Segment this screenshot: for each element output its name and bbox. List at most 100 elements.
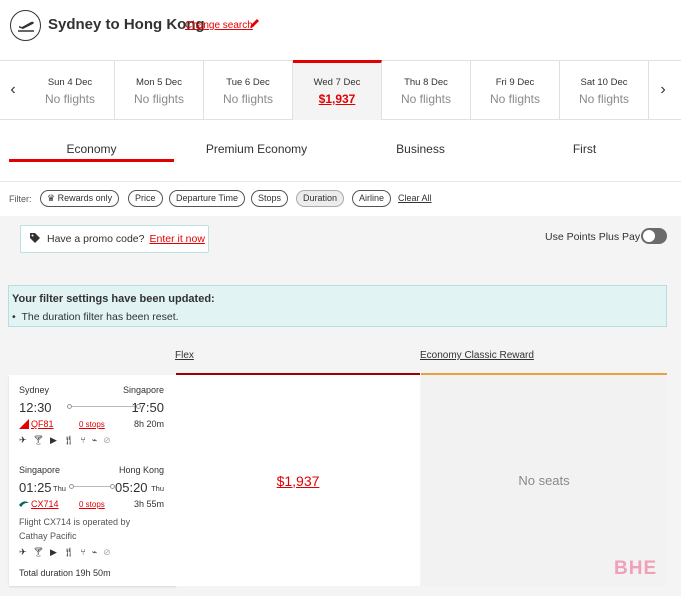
seg1-duration: 8h 20m (133, 419, 164, 429)
seg1-from: Sydney (19, 385, 50, 395)
alert-message: The duration filter has been reset. (21, 311, 179, 323)
snack-icon: ⑂ (80, 547, 86, 557)
filter-duration[interactable]: Duration (296, 190, 345, 207)
aircraft-icon: ✈ (19, 547, 27, 557)
route-line (69, 406, 137, 407)
seg1-to: Singapore (122, 385, 164, 395)
promo-text: Have a promo code? (47, 233, 145, 245)
seg2-arr-day: Thu (151, 484, 164, 493)
filter-alert: Your filter settings have been updated: … (8, 285, 667, 327)
date-label: Fri 9 Dec (495, 77, 535, 88)
filter-rewards-only[interactable]: ♛ Rewards only (40, 190, 120, 207)
fare-reward-header[interactable]: Economy Classic Reward (420, 350, 534, 361)
seg1-dep-time: 12:30 (19, 400, 52, 415)
date-mon-5[interactable]: Mon 5 Dec No flights (115, 60, 204, 120)
reward-cell: No seats (421, 375, 667, 586)
filter-airline[interactable]: Airline (352, 190, 392, 207)
chip-label: Rewards only (57, 193, 113, 203)
seg2-from: Singapore (19, 465, 61, 475)
clear-all-link[interactable]: Clear All (398, 193, 432, 203)
date-thu-8[interactable]: Thu 8 Dec No flights (382, 60, 471, 120)
date-label: Tue 6 Dec (226, 77, 270, 88)
tab-economy[interactable]: Economy (9, 142, 174, 156)
total-duration: Total duration 19h 50m (19, 568, 111, 578)
filter-departure-time[interactable]: Departure Time (169, 190, 246, 207)
date-price: No flights (578, 92, 630, 106)
entertainment-icon: ▶ (49, 435, 57, 445)
operated-by-note: Flight CX714 is operated by Cathay Pacif… (19, 517, 131, 541)
chevron-left-icon[interactable]: ‹ (0, 60, 26, 120)
seg2-dep-day: Thu (53, 484, 66, 493)
tab-premium-economy[interactable]: Premium Economy (174, 142, 339, 156)
divider (0, 181, 681, 182)
active-tab-indicator (9, 159, 174, 162)
enter-promo-link[interactable]: Enter it now (149, 233, 204, 245)
seg1-flight-number[interactable]: QF81 (31, 419, 54, 429)
date-label: Wed 7 Dec (313, 77, 361, 88)
chevron-right-icon[interactable]: › (649, 60, 677, 120)
no-wifi-icon: ⊘ (103, 547, 111, 557)
page-title: Sydney to Hong Kong (48, 16, 205, 33)
promo-code-box: Have a promo code? Enter it now (20, 225, 209, 253)
change-search-link[interactable]: Change search (185, 20, 253, 31)
seg2-duration: 3h 55m (133, 499, 164, 509)
seg2-stops[interactable]: 0 stops (79, 500, 105, 509)
date-label: Mon 5 Dec (136, 77, 182, 88)
toggle-knob (643, 230, 655, 242)
entertainment-icon: ▶ (49, 547, 57, 557)
date-price: $1,937 (318, 92, 356, 106)
drink-icon: 🍸︎ (32, 435, 44, 445)
plane-departure-icon (10, 10, 41, 41)
seg2-flight-number[interactable]: CX714 (31, 499, 59, 509)
date-label: Sun 4 Dec (47, 77, 93, 88)
filter-stops[interactable]: Stops (251, 190, 289, 207)
power-icon: ⌁ (91, 435, 98, 445)
seg1-stops[interactable]: 0 stops (79, 420, 105, 429)
date-tue-6[interactable]: Tue 6 Dec No flights (204, 60, 293, 120)
no-seats-label: No seats (518, 473, 570, 488)
pencil-icon[interactable] (249, 18, 260, 32)
flex-price-cell[interactable]: $1,937 (176, 375, 420, 586)
route-dot (69, 484, 74, 489)
qantas-logo-icon (19, 419, 29, 431)
date-price: No flights (222, 92, 274, 106)
seg2-to: Hong Kong (118, 465, 164, 475)
date-label: Thu 8 Dec (404, 77, 448, 88)
route-line (71, 486, 113, 487)
alert-message-item: • The duration filter has been reset. (12, 311, 179, 323)
no-wifi-icon: ⊘ (103, 435, 111, 445)
date-price: No flights (400, 92, 452, 106)
seg2-dep-time: 01:25 (19, 480, 52, 495)
cathay-logo-icon (19, 499, 29, 511)
date-wed-7-selected[interactable]: Wed 7 Dec $1,937 (293, 60, 382, 120)
tab-first[interactable]: First (502, 142, 667, 156)
tag-icon (29, 232, 41, 247)
fare-flex-header[interactable]: Flex (175, 350, 194, 361)
watermark-logo: BHE (614, 558, 658, 579)
drink-icon: 🍸︎ (32, 547, 44, 557)
meal-icon: 🍴︎ (62, 547, 75, 557)
date-price: No flights (44, 92, 96, 106)
snack-icon: ⑂ (80, 435, 86, 445)
flex-price[interactable]: $1,937 (277, 473, 320, 489)
date-label: Sat 10 Dec (580, 77, 628, 88)
route-dot (67, 404, 72, 409)
seg1-amenities: ✈ 🍸︎ ▶ 🍴︎ ⑂ ⌁ ⊘ (19, 435, 111, 446)
flight-card[interactable]: Sydney Singapore 12:30 17:50 QF81 0 stop… (9, 375, 176, 586)
seg2-amenities: ✈ 🍸︎ ▶ 🍴︎ ⑂ ⌁ ⊘ (19, 547, 111, 558)
filter-label: Filter: (9, 194, 32, 204)
points-plus-pay-label: Use Points Plus Pay (545, 231, 641, 243)
date-price: No flights (489, 92, 541, 106)
date-sun-4[interactable]: Sun 4 Dec No flights (26, 60, 115, 120)
date-price: No flights (133, 92, 185, 106)
date-sat-10[interactable]: Sat 10 Dec No flights (560, 60, 649, 120)
meal-icon: 🍴︎ (62, 435, 75, 445)
rewards-icon: ♛ (47, 193, 58, 203)
filter-price[interactable]: Price (128, 190, 163, 207)
points-plus-pay-toggle[interactable] (641, 228, 667, 244)
date-fri-9[interactable]: Fri 9 Dec No flights (471, 60, 560, 120)
aircraft-icon: ✈ (19, 435, 27, 445)
seg1-arr-time: 17:50 (131, 400, 164, 415)
tab-business[interactable]: Business (338, 142, 503, 156)
alert-title: Your filter settings have been updated: (12, 293, 215, 305)
